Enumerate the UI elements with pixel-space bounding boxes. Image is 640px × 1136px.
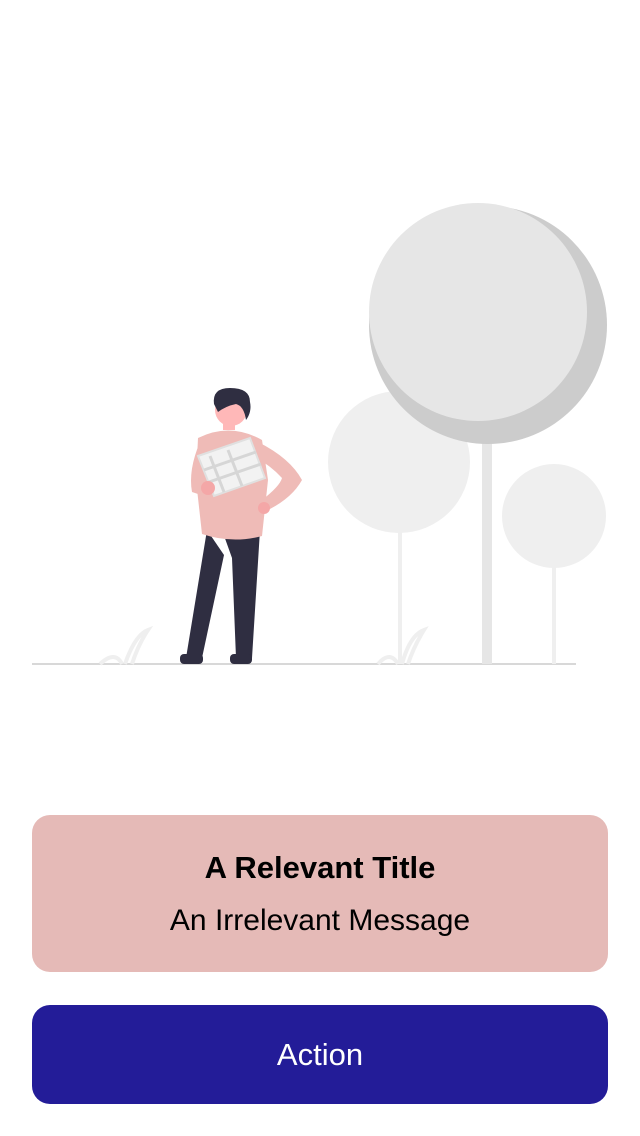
illustration-svg bbox=[32, 203, 607, 666]
tree-trunk-middle bbox=[398, 520, 402, 664]
tree-trunk-small bbox=[552, 560, 556, 664]
card-title: A Relevant Title bbox=[204, 849, 436, 885]
person-with-map-illustration bbox=[0, 180, 640, 680]
tree-trunk-big bbox=[482, 410, 492, 664]
person-leg-right bbox=[222, 530, 260, 658]
screen: A Relevant Title An Irrelevant Message A… bbox=[0, 0, 640, 1136]
person-shoe-right bbox=[230, 654, 252, 664]
card-message: An Irrelevant Message bbox=[169, 903, 471, 937]
message-card: A Relevant Title An Irrelevant Message bbox=[32, 815, 608, 972]
person-hand-left bbox=[201, 481, 215, 495]
action-button[interactable]: Action bbox=[32, 1005, 608, 1104]
person-figure bbox=[180, 388, 302, 664]
tree-crown-big bbox=[369, 203, 587, 421]
grass-left bbox=[98, 625, 154, 666]
person-hand-right bbox=[258, 502, 270, 514]
person-leg-left bbox=[186, 530, 224, 658]
tree-crown-small bbox=[502, 464, 606, 568]
person-shoe-left bbox=[180, 654, 203, 664]
